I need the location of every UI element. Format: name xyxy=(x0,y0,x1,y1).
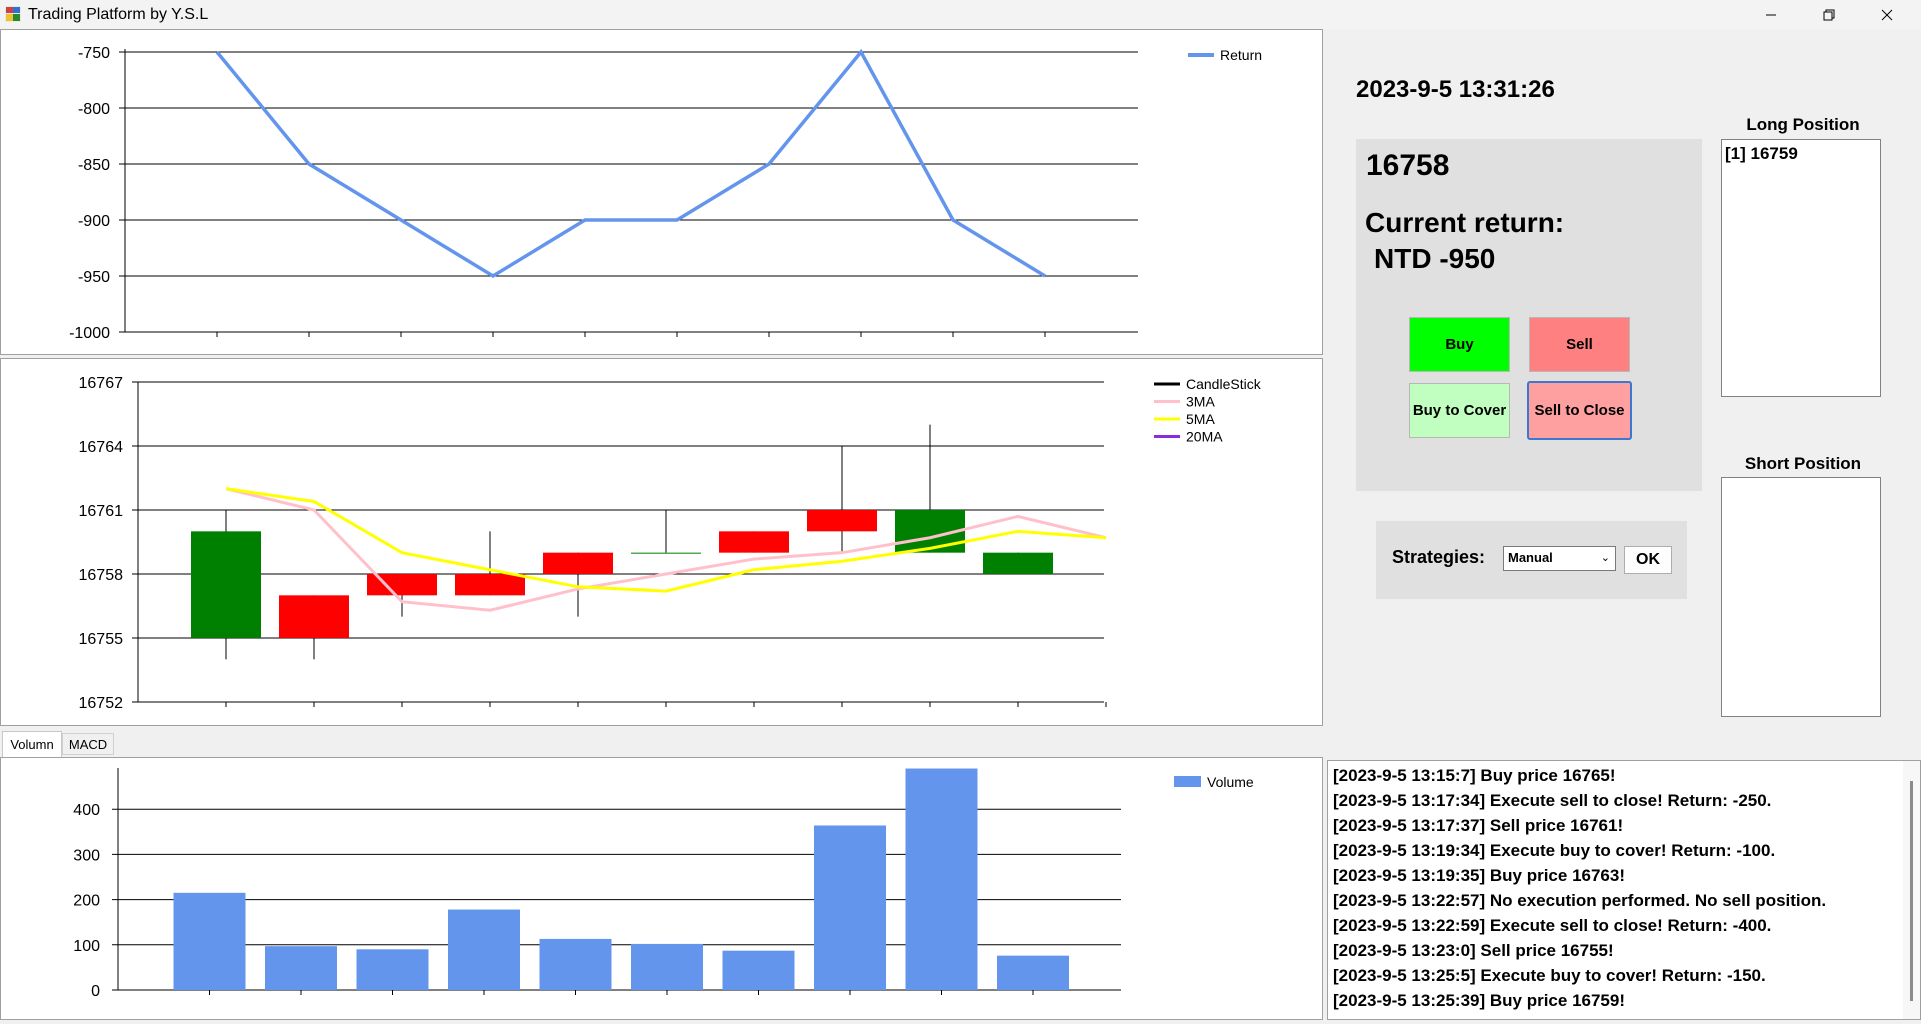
long-position-list[interactable]: [1] 16759 xyxy=(1721,139,1881,397)
log-line: [2023-9-5 13:19:34] Execute buy to cover… xyxy=(1333,841,1775,861)
close-icon xyxy=(1881,9,1893,21)
current-return-value: NTD -950 xyxy=(1374,243,1495,275)
buy-to-cover-button[interactable]: Buy to Cover xyxy=(1409,383,1510,438)
y-tick-label: 0 xyxy=(91,983,100,1000)
volume-bar xyxy=(906,769,978,990)
y-tick-label: 300 xyxy=(73,847,100,864)
legend-label: CandleStick xyxy=(1186,376,1262,392)
log-box[interactable]: [2023-9-5 13:15:7] Buy price 16765! [202… xyxy=(1327,760,1921,1020)
restore-button[interactable] xyxy=(1800,0,1858,29)
candle-body xyxy=(279,595,349,638)
y-tick-label: -1000 xyxy=(69,325,110,342)
strategies-box: Strategies: Manual ⌄ OK xyxy=(1376,521,1687,599)
candlestick-chart-panel: 16767 16764 16761 16758 16755 16752 CandleStic… xyxy=(0,358,1323,726)
tab-macd[interactable]: MACD xyxy=(62,733,114,755)
legend-label: Volume xyxy=(1207,774,1254,790)
current-return-label: Current return: xyxy=(1365,207,1564,239)
legend-label: Return xyxy=(1220,47,1262,63)
title-bar: Trading Platform by Y.S.L xyxy=(0,0,1921,29)
long-position-item[interactable]: [1] 16759 xyxy=(1722,140,1880,164)
minimize-icon xyxy=(1765,9,1777,21)
ok-button[interactable]: OK xyxy=(1624,546,1672,574)
sell-button[interactable]: Sell xyxy=(1529,317,1630,372)
legend-label: 3MA xyxy=(1186,394,1215,410)
y-tick-label: 200 xyxy=(73,893,100,910)
chevron-down-icon: ⌄ xyxy=(1601,547,1610,569)
y-tick-label: 16758 xyxy=(79,567,124,584)
candle-body xyxy=(455,574,525,595)
volume-bar xyxy=(265,946,337,990)
short-position-label: Short Position xyxy=(1713,454,1893,474)
y-tick-label: 16761 xyxy=(79,503,124,520)
volume-bar xyxy=(174,893,246,990)
y-tick-label: 16764 xyxy=(79,439,124,456)
volume-bar xyxy=(723,951,795,990)
log-line: [2023-9-5 13:22:59] Execute sell to clos… xyxy=(1333,916,1771,936)
restore-icon xyxy=(1823,9,1835,21)
current-price: 16758 xyxy=(1366,149,1449,183)
log-line: [2023-9-5 13:25:5] Execute buy to cover!… xyxy=(1333,966,1766,986)
log-line: [2023-9-5 13:17:37] Sell price 16761! xyxy=(1333,816,1623,836)
y-tick-label: 100 xyxy=(73,938,100,955)
return-chart: -750 -800 -850 -900 -950 -1000 Return xyxy=(1,30,1322,354)
log-line: [2023-9-5 13:15:7] Buy price 16765! xyxy=(1333,766,1616,786)
strategy-select-value: Manual xyxy=(1508,550,1553,565)
y-tick-label: -750 xyxy=(78,45,110,62)
legend-label: 20MA xyxy=(1186,429,1223,445)
volume-bar xyxy=(997,956,1069,990)
log-line: [2023-9-5 13:17:34] Execute sell to clos… xyxy=(1333,791,1771,811)
clock-display: 2023-9-5 13:31:26 xyxy=(1356,76,1555,104)
log-line: [2023-9-5 13:19:35] Buy price 16763! xyxy=(1333,866,1625,886)
volume-bar xyxy=(448,910,520,990)
minimize-button[interactable] xyxy=(1742,0,1800,29)
tab-volumn[interactable]: Volumn xyxy=(2,731,62,757)
y-tick-label: -850 xyxy=(78,157,110,174)
log-line: [2023-9-5 13:22:57] No execution perform… xyxy=(1333,891,1826,911)
volume-chart: 400 300 200 100 0 Volume xyxy=(1,758,1322,1019)
price-info-box: 16758 Current return: NTD -950 Buy Sell … xyxy=(1356,139,1702,491)
y-tick-label: -800 xyxy=(78,101,110,118)
sell-to-close-button[interactable]: Sell to Close xyxy=(1527,381,1632,440)
log-line: [2023-9-5 13:23:0] Sell price 16755! xyxy=(1333,941,1614,961)
legend-swatch xyxy=(1174,776,1201,787)
log-scrollbar-thumb[interactable] xyxy=(1910,781,1913,1001)
long-position-label: Long Position xyxy=(1713,115,1893,135)
y-tick-label: -950 xyxy=(78,269,110,286)
volume-bar xyxy=(357,949,429,990)
candle-body xyxy=(983,553,1053,574)
candle-body xyxy=(191,531,261,638)
return-chart-panel: -750 -800 -850 -900 -950 -1000 Return xyxy=(0,29,1323,355)
y-tick-label: 16767 xyxy=(79,375,124,392)
candle-body xyxy=(719,531,789,552)
legend-label: 5MA xyxy=(1186,411,1215,427)
bottom-tab-strip: Volumn MACD xyxy=(0,730,1322,758)
strategies-label: Strategies: xyxy=(1392,547,1485,568)
y-tick-label: -900 xyxy=(78,213,110,230)
y-tick-label: 16755 xyxy=(79,631,124,648)
volume-bar xyxy=(814,825,886,990)
candle-body xyxy=(807,510,877,531)
app-icon xyxy=(5,6,21,22)
volume-bar xyxy=(631,944,703,990)
volume-chart-panel: 400 300 200 100 0 Volume xyxy=(0,757,1323,1020)
y-tick-label: 400 xyxy=(73,802,100,819)
log-line: [2023-9-5 13:25:39] Buy price 16759! xyxy=(1333,991,1625,1011)
candlestick-chart: 16767 16764 16761 16758 16755 16752 CandleStic… xyxy=(1,359,1322,725)
volume-bar xyxy=(540,939,612,990)
strategy-select[interactable]: Manual ⌄ xyxy=(1503,546,1616,571)
buy-button[interactable]: Buy xyxy=(1409,317,1510,372)
short-position-list[interactable] xyxy=(1721,477,1881,717)
candle-body xyxy=(631,553,701,554)
y-tick-label: 16752 xyxy=(79,695,124,712)
close-button[interactable] xyxy=(1858,0,1916,29)
log-scrollbar[interactable] xyxy=(1903,761,1920,1019)
window-title: Trading Platform by Y.S.L xyxy=(28,6,208,24)
candle-body xyxy=(543,553,613,574)
